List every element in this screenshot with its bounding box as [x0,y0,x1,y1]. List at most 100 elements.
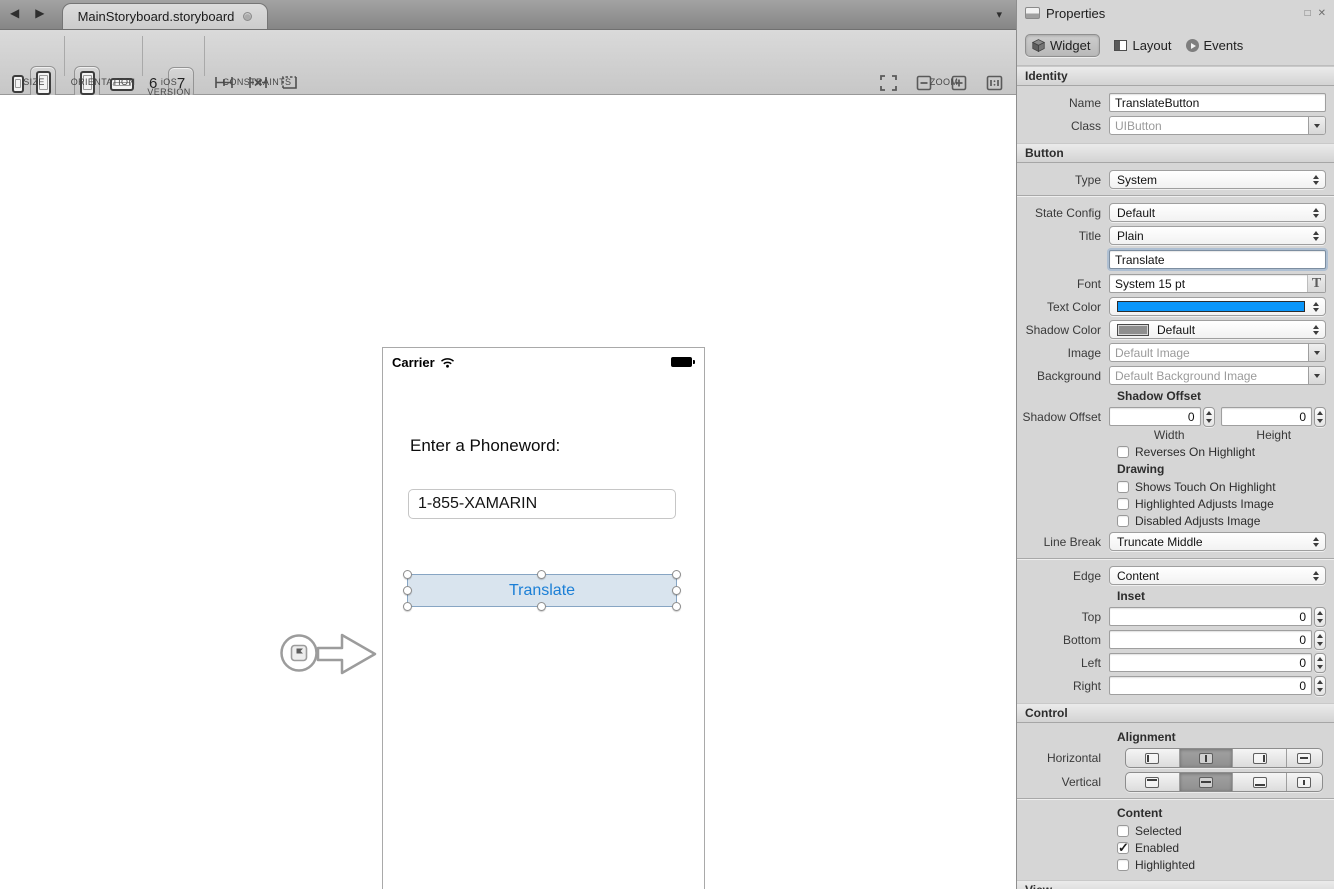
tab-widget[interactable]: Widget [1025,34,1100,57]
initial-view-controller-arrow-icon[interactable] [278,622,380,686]
state-config-popup[interactable]: Default [1109,203,1326,222]
selected-checkbox[interactable] [1117,825,1129,837]
resize-handle[interactable] [403,570,412,579]
align-v-middle-segment[interactable] [1180,773,1234,791]
type-label: Type [1017,173,1109,187]
dock-pad-button[interactable]: □ [1305,8,1311,19]
resize-handle[interactable] [403,586,412,595]
vertical-label: Vertical [1017,775,1109,789]
translate-button-selected[interactable]: Translate [407,574,677,607]
chevron-down-icon[interactable] [1308,117,1325,134]
type-row: Type System [1017,168,1334,191]
line-break-label: Line Break [1017,535,1109,549]
inset-left-stepper[interactable] [1314,653,1326,673]
text-color-row: Text Color [1017,295,1334,318]
resize-handle[interactable] [537,602,546,611]
forward-button[interactable]: ▶ [35,6,44,20]
button-title-input[interactable]: Translate [1109,250,1326,269]
storyboard-canvas[interactable]: Carrier Enter a Phoneword: 1-855-XAMARIN… [0,95,1016,889]
resize-handle[interactable] [403,602,412,611]
phoneword-label[interactable]: Enter a Phoneword: [410,436,560,456]
class-combo[interactable]: UIButton [1109,116,1326,135]
align-h-left-segment[interactable] [1126,749,1180,767]
enabled-checkbox[interactable] [1117,842,1129,854]
shows-touch-checkbox[interactable] [1117,481,1129,493]
text-color-popup[interactable] [1109,297,1326,316]
events-icon [1186,39,1199,52]
align-v-bottom-segment[interactable] [1233,773,1287,791]
translate-button-title: Translate [509,582,575,600]
close-pad-button[interactable]: ✕ [1318,8,1326,19]
shadow-color-row: Shadow Color Default [1017,318,1334,341]
highlighted-checkbox[interactable] [1117,859,1129,871]
size-group-label: SIZE [8,77,60,87]
font-picker-button[interactable]: T [1307,275,1325,292]
inset-right-input[interactable]: 0 [1109,676,1312,695]
align-h-fill-segment[interactable] [1287,749,1322,767]
align-h-right-segment[interactable] [1233,749,1287,767]
tab-dirty-indicator-icon[interactable] [243,12,252,21]
align-v-top-segment[interactable] [1126,773,1180,791]
line-break-popup[interactable]: Truncate Middle [1109,532,1326,551]
inset-top-input[interactable]: 0 [1109,607,1312,626]
tab-mainstoryboard[interactable]: MainStoryboard.storyboard [62,3,268,29]
image-value: Default Image [1110,346,1308,360]
section-button[interactable]: Button [1017,143,1334,163]
shadow-color-popup[interactable]: Default [1109,320,1326,339]
horizontal-alignment-row: Horizontal [1017,746,1334,770]
shadow-offset-height-stepper[interactable] [1314,407,1326,427]
align-center-icon [1199,753,1213,764]
alignment-header: Alignment [1017,728,1334,746]
inset-right-stepper[interactable] [1314,676,1326,696]
ios-designer-window: ◀ ▶ MainStoryboard.storyboard ▾ SIZE ORI… [0,0,1334,889]
shadow-offset-width-stepper[interactable] [1203,407,1215,427]
inset-bottom-input[interactable]: 0 [1109,630,1312,649]
chevron-down-icon[interactable] [1308,367,1325,384]
divider [1017,798,1334,800]
background-combo[interactable]: Default Background Image [1109,366,1326,385]
disabled-adjusts-checkbox[interactable] [1117,515,1129,527]
constraints-group-label: CONSTRAINTS [212,77,302,87]
text-color-label: Text Color [1017,300,1109,314]
inset-left-input[interactable]: 0 [1109,653,1312,672]
phone-number-textfield[interactable]: 1-855-XAMARIN [408,489,676,519]
resize-handle[interactable] [672,586,681,595]
resize-handle[interactable] [672,602,681,611]
inset-right-row: Right 0 [1017,674,1334,697]
inset-left-label: Left [1017,656,1109,670]
type-popup[interactable]: System [1109,170,1326,189]
font-field[interactable]: System 15 pt T [1109,274,1326,293]
tab-overflow-chevron-icon[interactable]: ▾ [996,8,1002,21]
section-control[interactable]: Control [1017,703,1334,723]
inset-top-stepper[interactable] [1314,607,1326,627]
resize-handle[interactable] [672,570,681,579]
back-button[interactable]: ◀ [10,6,19,20]
cube-icon [1032,39,1045,52]
section-identity[interactable]: Identity [1017,66,1334,86]
tab-layout[interactable]: Layout [1114,38,1171,53]
line-break-value: Truncate Middle [1117,535,1203,549]
tab-events[interactable]: Events [1186,38,1244,53]
name-input[interactable]: TranslateButton [1109,93,1326,112]
image-row: Image Default Image [1017,341,1334,364]
panel-header: Properties □ ✕ [1017,0,1334,26]
highlighted-adjusts-checkbox[interactable] [1117,498,1129,510]
align-h-center-segment[interactable] [1180,749,1234,767]
edge-popup[interactable]: Content [1109,566,1326,585]
align-v-fill-segment[interactable] [1287,773,1322,791]
height-label: Height [1222,428,1327,443]
tab-title: MainStoryboard.storyboard [78,9,235,24]
reverses-on-highlight-row: Reverses On Highlight [1017,443,1334,460]
shadow-offset-height-input[interactable]: 0 [1221,407,1313,426]
reverses-on-highlight-checkbox[interactable] [1117,446,1129,458]
align-bottom-icon [1253,777,1267,788]
title-mode-popup[interactable]: Plain [1109,226,1326,245]
inset-bottom-stepper[interactable] [1314,630,1326,650]
view-controller[interactable]: Carrier Enter a Phoneword: 1-855-XAMARIN… [383,348,704,889]
shadow-offset-width-input[interactable]: 0 [1109,407,1201,426]
resize-handle[interactable] [537,570,546,579]
chevron-down-icon[interactable] [1308,344,1325,361]
image-combo[interactable]: Default Image [1109,343,1326,362]
phone-number-value: 1-855-XAMARIN [418,495,537,513]
section-view[interactable]: View [1017,880,1334,889]
